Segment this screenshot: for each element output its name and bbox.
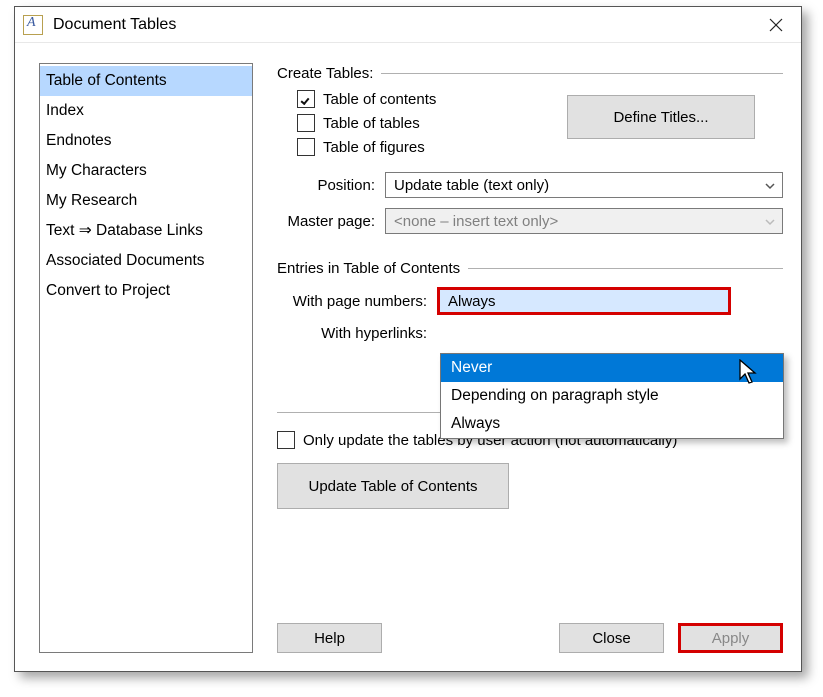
dropdown-option-paragraph[interactable]: Depending on paragraph style	[441, 382, 783, 410]
titlebar: Document Tables	[15, 7, 801, 43]
page-numbers-dropdown[interactable]: Never Depending on paragraph style Alway…	[440, 353, 784, 439]
dropdown-option-never[interactable]: Never	[441, 354, 783, 382]
sidebar-item-assoc[interactable]: Associated Documents	[40, 246, 252, 276]
page-numbers-select[interactable]: Always	[437, 287, 731, 315]
page-numbers-label: With page numbers:	[277, 293, 437, 310]
create-tables-label: Create Tables:	[277, 65, 373, 82]
entries-group: Entries in Table of Contents	[277, 260, 783, 277]
window-title: Document Tables	[53, 16, 176, 34]
category-list[interactable]: Table of Contents Index Endnotes My Char…	[39, 63, 253, 653]
sidebar-item-dblinks[interactable]: Text ⇒ Database Links	[40, 216, 252, 246]
tot-checkbox[interactable]	[297, 114, 315, 132]
sidebar-item-index[interactable]: Index	[40, 96, 252, 126]
apply-button[interactable]: Apply	[678, 623, 783, 653]
tot-checkbox-label: Table of tables	[323, 115, 420, 132]
entries-group-label: Entries in Table of Contents	[277, 260, 460, 277]
window-close-button[interactable]	[753, 8, 799, 42]
chevron-down-icon	[764, 179, 776, 196]
master-page-select: <none – insert text only>	[385, 208, 783, 234]
tof-checkbox-label: Table of figures	[323, 139, 425, 156]
close-button[interactable]: Close	[559, 623, 664, 653]
master-page-label: Master page:	[277, 213, 385, 230]
toc-checkbox[interactable]	[297, 90, 315, 108]
toc-checkbox-label: Table of contents	[323, 91, 436, 108]
chevron-down-icon	[764, 215, 776, 232]
only-update-checkbox[interactable]	[277, 431, 295, 449]
dialog-window: Document Tables Table of Contents Index …	[14, 6, 802, 672]
hyperlinks-label: With hyperlinks:	[277, 325, 437, 342]
sidebar-item-characters[interactable]: My Characters	[40, 156, 252, 186]
close-icon	[769, 18, 783, 32]
app-icon	[23, 15, 43, 35]
help-button[interactable]: Help	[277, 623, 382, 653]
position-select[interactable]: Update table (text only)	[385, 172, 783, 198]
sidebar-item-endnotes[interactable]: Endnotes	[40, 126, 252, 156]
create-tables-group: Create Tables:	[277, 65, 783, 82]
update-toc-button[interactable]: Update Table of Contents	[277, 463, 509, 509]
sidebar-item-toc[interactable]: Table of Contents	[40, 66, 252, 96]
sidebar-item-convert[interactable]: Convert to Project	[40, 276, 252, 306]
dropdown-option-always[interactable]: Always	[441, 410, 783, 438]
sidebar-item-research[interactable]: My Research	[40, 186, 252, 216]
tof-checkbox[interactable]	[297, 138, 315, 156]
position-label: Position:	[277, 177, 385, 194]
define-titles-button[interactable]: Define Titles...	[567, 95, 755, 139]
